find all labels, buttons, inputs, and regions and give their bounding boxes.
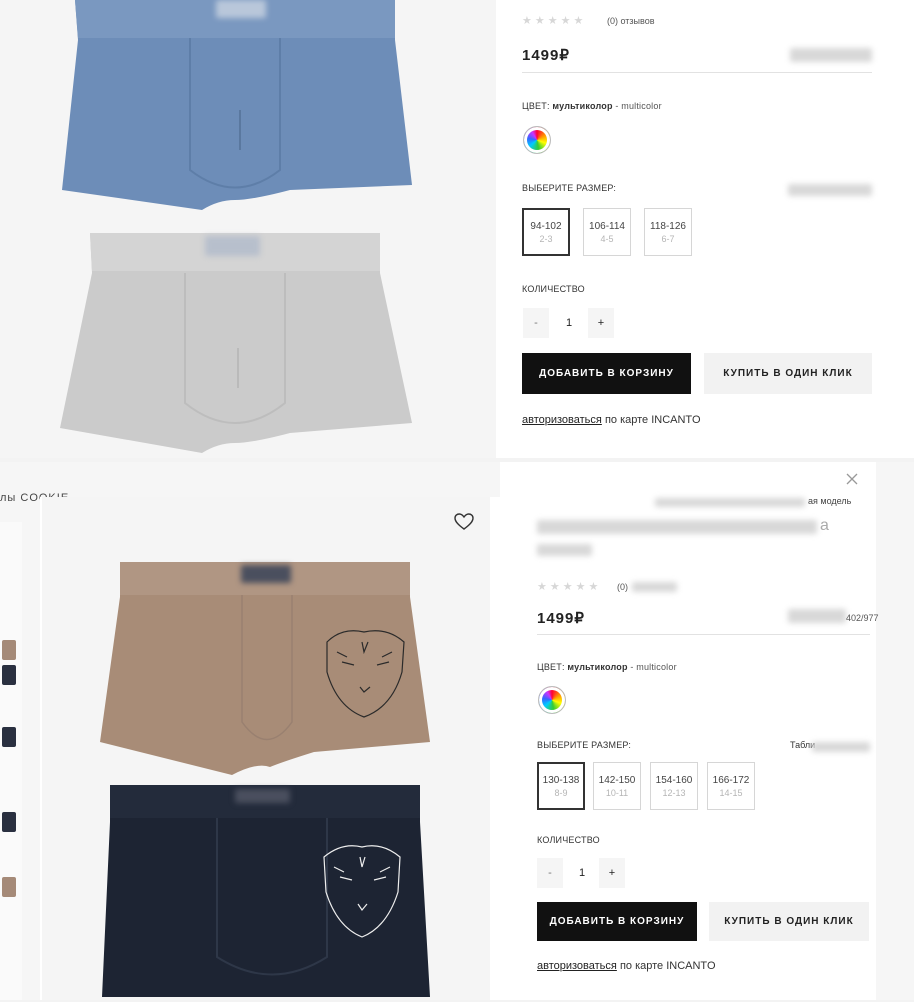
- blurred-reviews-text: [632, 582, 677, 592]
- color-value: мультиколор: [567, 662, 628, 672]
- grey-trunks-image[interactable]: [0, 228, 496, 458]
- color-label: ЦВЕТ: мультиколор - multicolor: [522, 101, 662, 111]
- thumbnail[interactable]: [2, 877, 16, 897]
- size-sub: 2-3: [539, 233, 553, 244]
- color-extra: - multicolor: [630, 662, 677, 672]
- size-sub: 6-7: [661, 233, 675, 244]
- color-label: ЦВЕТ: мультиколор - multicolor: [537, 662, 677, 672]
- blurred-logo-label: [235, 789, 290, 803]
- color-extra: - multicolor: [615, 101, 662, 111]
- size-option-130-138[interactable]: 130-138 8-9: [537, 762, 585, 810]
- thumbnail[interactable]: [2, 665, 16, 685]
- size-sub: 10-11: [605, 787, 629, 798]
- size-option-94-102[interactable]: 94-102 2-3: [522, 208, 570, 256]
- size-label: ВЫБЕРИТЕ РАЗМЕР:: [537, 740, 632, 750]
- rating-stars: ★★★★★: [522, 15, 587, 27]
- thumbnail[interactable]: [2, 640, 16, 660]
- blurred-size-table-link: [812, 742, 870, 752]
- reviews-count[interactable]: (0) отзывов: [607, 16, 655, 26]
- size-main: 142-150: [598, 774, 636, 786]
- quantity-label: КОЛИЧЕСТВО: [522, 284, 585, 294]
- size-main: 106-114: [589, 220, 625, 232]
- auth-text: по карте INCANTO: [604, 414, 701, 426]
- auth-line: авторизоваться по карте INCANTO: [537, 960, 716, 972]
- size-main: 118-126: [650, 220, 686, 232]
- close-icon[interactable]: [845, 472, 859, 486]
- size-option-154-160[interactable]: 154-160 12-13: [650, 762, 698, 810]
- size-sub: 12-13: [662, 787, 686, 798]
- title-tail: а: [820, 517, 829, 534]
- size-main: 94-102: [530, 220, 562, 232]
- divider: [522, 72, 872, 73]
- blue-trunks-image[interactable]: [0, 0, 496, 225]
- brown-tiger-trunks-image[interactable]: [42, 557, 490, 787]
- color-label-text: ЦВЕТ:: [537, 662, 565, 672]
- blurred-product-title: [537, 520, 817, 534]
- blurred-logo-label: [205, 236, 260, 256]
- auth-link[interactable]: авторизоваться: [537, 960, 617, 972]
- auth-line: авторизоваться по карте INCANTO: [522, 414, 701, 426]
- color-label-text: ЦВЕТ:: [522, 101, 550, 111]
- quantity-input[interactable]: 1: [567, 858, 597, 888]
- rating-stars: ★★★★★: [537, 581, 602, 593]
- auth-text: по карте INCANTO: [619, 960, 716, 972]
- size-main: 166-172: [712, 774, 750, 786]
- multicolor-swatch[interactable]: [523, 126, 551, 154]
- buy-one-click-button[interactable]: КУПИТЬ В ОДИН КЛИК: [704, 353, 872, 394]
- breadcrumb-tail[interactable]: ая модель: [808, 496, 851, 506]
- auth-link[interactable]: авторизоваться: [522, 414, 602, 426]
- color-value: мультиколор: [552, 101, 613, 111]
- blurred-sku: [790, 48, 872, 62]
- top-product-gallery: [0, 0, 496, 458]
- blurred-product-title-2: [537, 544, 592, 556]
- quantity-label: КОЛИЧЕСТВО: [537, 835, 600, 845]
- add-to-cart-button[interactable]: ДОБАВИТЬ В КОРЗИНУ: [522, 353, 691, 394]
- quantity-input[interactable]: 1: [554, 308, 584, 338]
- size-option-142-150[interactable]: 142-150 10-11: [593, 762, 641, 810]
- thumbnail-strip: [0, 522, 22, 1000]
- divider: [537, 634, 870, 635]
- sku-tail: 402/977: [846, 613, 879, 623]
- size-sub: 14-15: [719, 787, 743, 798]
- size-option-166-172[interactable]: 166-172 14-15: [707, 762, 755, 810]
- thumbnail[interactable]: [2, 812, 16, 832]
- top-product-panel: ★★★★★ (0) отзывов 1499₽ ЦВЕТ: мультиколо…: [0, 0, 914, 458]
- navy-tiger-trunks-image[interactable]: [42, 782, 490, 1002]
- reviews-count[interactable]: (0): [617, 582, 628, 592]
- bottom-modal-panel: лы COOKIE ая модель а ★★★★★ (0) 1499₽ 40…: [0, 462, 914, 1000]
- quantity-increase-button[interactable]: +: [599, 858, 625, 888]
- heart-icon[interactable]: [454, 513, 474, 531]
- add-to-cart-button[interactable]: ДОБАВИТЬ В КОРЗИНУ: [537, 902, 697, 941]
- quantity-increase-button[interactable]: +: [588, 308, 614, 338]
- buy-one-click-button[interactable]: КУПИТЬ В ОДИН КЛИК: [709, 902, 869, 941]
- price: 1499₽: [522, 47, 570, 64]
- size-main: 154-160: [655, 774, 693, 786]
- size-main: 130-138: [542, 774, 580, 786]
- blurred-logo-label: [241, 565, 291, 583]
- blurred-size-table-link: [788, 184, 872, 196]
- size-sub: 8-9: [554, 787, 568, 798]
- thumbnail[interactable]: [2, 727, 16, 747]
- quantity-decrease-button[interactable]: -: [537, 858, 563, 888]
- size-option-118-126[interactable]: 118-126 6-7: [644, 208, 692, 256]
- modal-close-strip: [500, 462, 876, 497]
- blurred-breadcrumb: [655, 498, 805, 507]
- blurred-logo-label: [216, 0, 266, 18]
- size-sub: 4-5: [600, 233, 614, 244]
- size-option-106-114[interactable]: 106-114 4-5: [583, 208, 631, 256]
- quantity-decrease-button[interactable]: -: [523, 308, 549, 338]
- price: 1499₽: [537, 610, 585, 627]
- blurred-sku: [788, 609, 846, 623]
- multicolor-swatch[interactable]: [538, 686, 566, 714]
- size-label: ВЫБЕРИТЕ РАЗМЕР:: [522, 183, 617, 193]
